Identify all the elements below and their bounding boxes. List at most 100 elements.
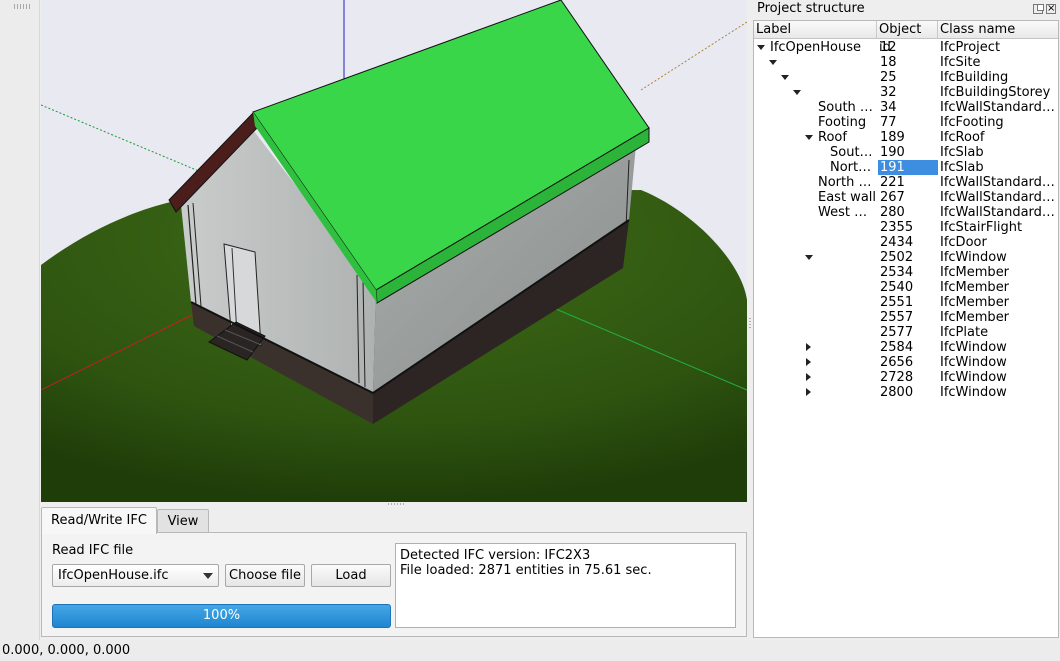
tree-row-object-id: 18 [880,55,897,70]
expand-down-icon[interactable] [805,255,813,260]
dock-title: Project structure [757,1,865,16]
load-button[interactable]: Load [311,564,391,587]
tree-row-label: South wall [818,100,876,115]
tree-row-class-name: IfcMember [940,310,1010,325]
tree-row-object-id: 2557 [880,310,914,325]
cursor-coordinates: 0.000, 0.000, 0.000 [2,643,131,658]
tree-row-object-id: 2584 [880,340,914,355]
tree-row[interactable]: 2557 IfcMember [754,310,1058,325]
tree-row[interactable]: 2551 IfcMember [754,295,1058,310]
tree-row[interactable]: 18 IfcSite [754,55,1058,70]
tree-row-class-name: IfcWallStandardCase [940,205,1057,220]
tree-row[interactable]: South roof 190 IfcSlab [754,145,1058,160]
tree-row-object-id: 2800 [880,385,914,400]
tree-row[interactable]: 2434 IfcDoor [754,235,1058,250]
expand-down-icon[interactable] [805,135,813,140]
tree-row[interactable]: 2534 IfcMember [754,265,1058,280]
tree-row-class-name: IfcBuilding [940,70,1009,85]
tree-row-object-id: 77 [880,115,897,130]
tree-row[interactable]: 25 IfcBuilding [754,70,1058,85]
tree-row-object-id: 267 [880,190,905,205]
tree-row-class-name: IfcDoor [940,235,987,250]
tree-row[interactable]: West wall 280 IfcWallStandardCase [754,205,1058,220]
tree-row[interactable]: North wall 221 IfcWallStandardCase [754,175,1058,190]
tree-row-object-id: 25 [880,70,897,85]
tree-row-object-id: 12 [880,40,897,55]
splitter-grip[interactable] [749,316,751,328]
expand-down-icon[interactable] [781,75,789,80]
column-header-object-id[interactable]: Object id [877,21,938,55]
tree-row-object-id: 2434 [880,235,914,250]
tree-row-object-id: 221 [880,175,905,190]
dock-grip[interactable] [14,4,30,9]
status-bar: 0.000, 0.000, 0.000 [0,640,1060,661]
close-icon[interactable]: × [1046,4,1056,14]
tree-row-label: South roof [830,145,876,160]
tree-row-class-name: IfcWindow [940,385,1007,400]
tree-row[interactable]: 2502 IfcWindow [754,250,1058,265]
file-combobox[interactable]: IfcOpenHouse.ifc [52,564,219,587]
tree-row[interactable]: Roof 189 IfcRoof [754,130,1058,145]
tree-row-class-name: IfcFooting [940,115,1004,130]
tree-row-class-name: IfcWallStandardCase [940,175,1057,190]
tree-row-object-id: 280 [880,205,905,220]
tab-read-write-ifc[interactable]: Read/Write IFC [41,507,157,534]
tree-row[interactable]: 2355 IfcStairFlight [754,220,1058,235]
tree-row-object-id: 2551 [880,295,914,310]
tree-row[interactable]: East wall 267 IfcWallStandardCase [754,190,1058,205]
chevron-down-icon[interactable] [203,573,213,579]
file-combobox-value: IfcOpenHouse.ifc [58,568,169,583]
tree-row-class-name: IfcRoof [940,130,985,145]
tree-row-object-id: 2540 [880,280,914,295]
tree-row-class-name: IfcWindow [940,340,1007,355]
tree-row-label: North wall [818,175,876,190]
tree-row[interactable]: Footing 77 IfcFooting [754,115,1058,130]
tree-row[interactable]: 2577 IfcPlate [754,325,1058,340]
tab-view[interactable]: View [157,509,209,533]
tree-row[interactable]: 2800 IfcWindow [754,385,1058,400]
tree-row-class-name: IfcMember [940,295,1010,310]
axis-y-back [41,104,202,173]
expand-down-icon[interactable] [757,45,765,50]
horizontal-splitter-grip[interactable] [388,503,404,505]
scene-render [41,0,747,502]
column-header-class-name[interactable]: Class name [938,21,1058,39]
expand-right-icon[interactable] [806,373,811,381]
tree-row-class-name: IfcSite [940,55,981,70]
tree-row[interactable]: 2656 IfcWindow [754,355,1058,370]
expand-down-icon[interactable] [793,90,801,95]
tree-row[interactable]: 2540 IfcMember [754,280,1058,295]
tree-row-label: North roof [830,160,876,175]
expand-right-icon[interactable] [806,343,811,351]
progress-text: 100% [202,608,241,623]
tree-row[interactable]: 2584 IfcWindow [754,340,1058,355]
tree-row[interactable]: 32 IfcBuildingStorey [754,85,1058,100]
tree-row[interactable]: North roof191IfcSlab [754,160,1058,175]
tree-row-object-id: 2728 [880,370,914,385]
log-output[interactable]: Detected IFC version: IFC2X3 File loaded… [395,543,736,628]
3d-viewport[interactable] [41,0,747,502]
expand-down-icon[interactable] [769,60,777,65]
tree-row-label: Footing [818,115,867,130]
choose-file-button[interactable]: Choose file [225,564,305,587]
tree-row-class-name: IfcStairFlight [940,220,1023,235]
tree-row[interactable]: 2728 IfcWindow [754,370,1058,385]
tree-row-object-id: 189 [880,130,905,145]
tree-row-class-name: IfcMember [940,280,1010,295]
project-structure-tree[interactable]: Label Object id Class name IfcOpenHouse 1… [753,20,1059,638]
tree-row-object-id: 191 [878,160,938,175]
tree-row[interactable]: IfcOpenHouse 12 IfcProject [754,40,1058,55]
dock-float-icon[interactable] [1033,4,1044,14]
expand-right-icon[interactable] [806,388,811,396]
tree-row-object-id: 2656 [880,355,914,370]
tree-row-class-name: IfcMember [940,265,1010,280]
tree-row-class-name: IfcSlab [940,160,984,175]
tree-row-object-id: 2577 [880,325,914,340]
tree-row-class-name: IfcProject [940,40,1001,55]
log-line: Detected IFC version: IFC2X3 [400,548,591,563]
tree-row[interactable]: South wall 34 IfcWallStandardCase [754,100,1058,115]
tree-row-object-id: 32 [880,85,897,100]
column-header-label[interactable]: Label [754,21,877,39]
expand-right-icon[interactable] [806,358,811,366]
tree-row-class-name: IfcWindow [940,370,1007,385]
